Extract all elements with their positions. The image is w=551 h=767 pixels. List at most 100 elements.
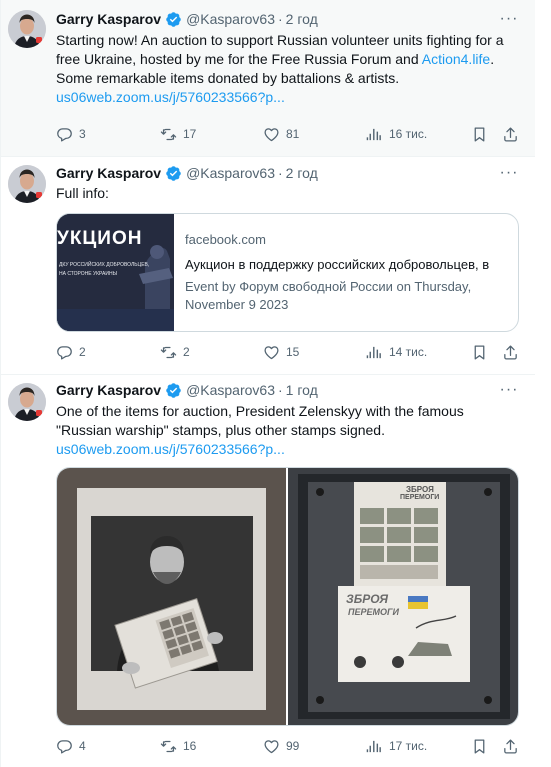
action-bar: 4 16 99 17 тис. xyxy=(56,736,521,756)
retweet-icon xyxy=(160,126,177,143)
reply-count: 2 xyxy=(79,345,86,359)
inline-link[interactable]: Action4.life xyxy=(422,51,490,67)
views-button[interactable]: 17 тис. xyxy=(366,736,427,756)
retweet-icon xyxy=(160,344,177,361)
envelope-title: ЗБРОЯ xyxy=(346,592,388,606)
card-domain: facebook.com xyxy=(185,232,266,247)
retweet-count: 2 xyxy=(183,345,190,359)
views-icon xyxy=(366,126,383,143)
link-card[interactable]: УКЦИОН ДКУ РОССИЙСКИХ ДОБРОВОЛЬЦЕВ, НА С… xyxy=(56,213,519,332)
like-icon xyxy=(263,344,280,361)
timestamp[interactable]: 2 год xyxy=(286,165,318,181)
photo-stamps-art xyxy=(288,468,518,725)
more-icon[interactable]: ··· xyxy=(499,163,519,183)
link-card-image: УКЦИОН ДКУ РОССИЙСКИХ ДОБРОВОЛЬЦЕВ, НА С… xyxy=(57,214,174,331)
bookmark-button[interactable] xyxy=(471,342,494,362)
avatar[interactable] xyxy=(8,383,46,421)
more-icon[interactable]: ··· xyxy=(499,9,519,29)
views-button[interactable]: 16 тис. xyxy=(366,124,427,144)
author-handle[interactable]: @Kasparov63 xyxy=(186,165,275,181)
like-button[interactable]: 15 xyxy=(263,342,299,362)
reply-icon xyxy=(56,126,73,143)
author-name[interactable]: Garry Kasparov xyxy=(56,11,161,27)
card-image-subtext: ДКУ РОССИЙСКИХ ДОБРОВОЛЬЦЕВ, xyxy=(59,262,150,268)
reply-icon xyxy=(56,738,73,755)
reply-icon xyxy=(56,344,73,361)
separator-dot: · xyxy=(278,165,283,181)
reply-count: 4 xyxy=(79,739,86,753)
verified-badge-icon xyxy=(165,11,182,28)
retweet-count: 16 xyxy=(183,739,197,753)
retweet-button[interactable]: 2 xyxy=(160,342,190,362)
views-icon xyxy=(366,738,383,755)
bookmark-button[interactable] xyxy=(471,124,494,144)
author-name[interactable]: Garry Kasparov xyxy=(56,165,161,181)
views-icon xyxy=(366,344,383,361)
tweet-text: One of the items for auction, President … xyxy=(56,402,521,459)
share-button[interactable] xyxy=(502,342,525,362)
divider xyxy=(0,156,1,374)
retweet-button[interactable]: 16 xyxy=(160,736,196,756)
views-count: 14 тис. xyxy=(389,345,428,359)
timestamp[interactable]: 2 год xyxy=(286,11,318,27)
author-name[interactable]: Garry Kasparov xyxy=(56,382,161,398)
tweet-header: Garry Kasparov @Kasparov63 · 2 год xyxy=(56,163,318,183)
tweet[interactable]: Garry Kasparov @Kasparov63 · 2 год ··· S… xyxy=(0,0,535,157)
share-icon xyxy=(502,344,519,361)
author-handle[interactable]: @Kasparov63 xyxy=(186,11,275,27)
separator-dot: · xyxy=(278,11,283,27)
tweet-link[interactable]: us06web.zoom.us/j/5760233566?p... xyxy=(56,441,285,457)
views-count: 16 тис. xyxy=(389,127,428,141)
like-button[interactable]: 99 xyxy=(263,736,299,756)
stamp-sheet-subtitle: ПЕРЕМОГИ xyxy=(400,494,440,501)
reply-button[interactable]: 2 xyxy=(56,342,86,362)
link-card-body: facebook.com Аукцион в поддержку российс… xyxy=(185,231,508,314)
card-description: Event by Форум свободной России on Thurs… xyxy=(185,279,472,312)
bookmark-icon xyxy=(474,344,485,360)
views-button[interactable]: 14 тис. xyxy=(366,342,427,362)
more-icon[interactable]: ··· xyxy=(499,380,519,400)
tweet-text: Starting now! An auction to support Russ… xyxy=(56,31,521,107)
avatar[interactable] xyxy=(8,10,46,48)
retweet-icon xyxy=(160,738,177,755)
bookmark-button[interactable] xyxy=(471,736,494,756)
tweet[interactable]: Garry Kasparov @Kasparov63 · 2 год ··· F… xyxy=(0,156,535,375)
verified-badge-icon xyxy=(165,382,182,399)
tweet-text: Full info: xyxy=(56,185,109,201)
reply-count: 3 xyxy=(79,127,86,141)
tweet-header: Garry Kasparov @Kasparov63 · 1 год xyxy=(56,380,318,400)
tweet-media: ЗБРОЯ ПЕРЕМОГИ ЗБРОЯ ПЕРЕМОГИ xyxy=(56,467,519,726)
like-count: 99 xyxy=(286,739,300,753)
action-bar: 3 17 81 16 тис. xyxy=(56,124,521,144)
avatar[interactable] xyxy=(8,165,46,203)
bookmark-icon xyxy=(474,738,485,754)
photo-stamps[interactable]: ЗБРОЯ ПЕРЕМОГИ ЗБРОЯ ПЕРЕМОГИ xyxy=(288,468,518,725)
bookmark-icon xyxy=(474,126,485,142)
share-button[interactable] xyxy=(502,736,525,756)
divider xyxy=(0,374,1,767)
like-icon xyxy=(263,738,280,755)
timestamp[interactable]: 1 год xyxy=(286,382,318,398)
like-button[interactable]: 81 xyxy=(263,124,299,144)
share-button[interactable] xyxy=(502,124,525,144)
like-count: 15 xyxy=(286,345,300,359)
retweet-button[interactable]: 17 xyxy=(160,124,196,144)
card-title: Аукцион в поддержку российских доброволь… xyxy=(185,257,490,272)
like-count: 81 xyxy=(286,127,300,141)
card-image-subtext: НА СТОРОНЕ УКРАИНЫ xyxy=(59,271,118,277)
card-image-headline: УКЦИОН xyxy=(57,228,143,249)
tweet-header: Garry Kasparov @Kasparov63 · 2 год xyxy=(56,9,318,29)
tweet-text-body: One of the items for auction, President … xyxy=(56,403,464,438)
tweet-link[interactable]: us06web.zoom.us/j/5760233566?p... xyxy=(56,89,285,105)
stamp-sheet-title: ЗБРОЯ xyxy=(406,485,434,494)
reply-button[interactable]: 4 xyxy=(56,736,86,756)
author-handle[interactable]: @Kasparov63 xyxy=(186,382,275,398)
like-icon xyxy=(263,126,280,143)
reply-button[interactable]: 3 xyxy=(56,124,86,144)
photo-zelenskyy[interactable] xyxy=(57,468,286,725)
views-count: 17 тис. xyxy=(389,739,428,753)
share-icon xyxy=(502,738,519,755)
retweet-count: 17 xyxy=(183,127,197,141)
divider xyxy=(0,0,1,156)
envelope-subtitle: ПЕРЕМОГИ xyxy=(348,607,399,617)
